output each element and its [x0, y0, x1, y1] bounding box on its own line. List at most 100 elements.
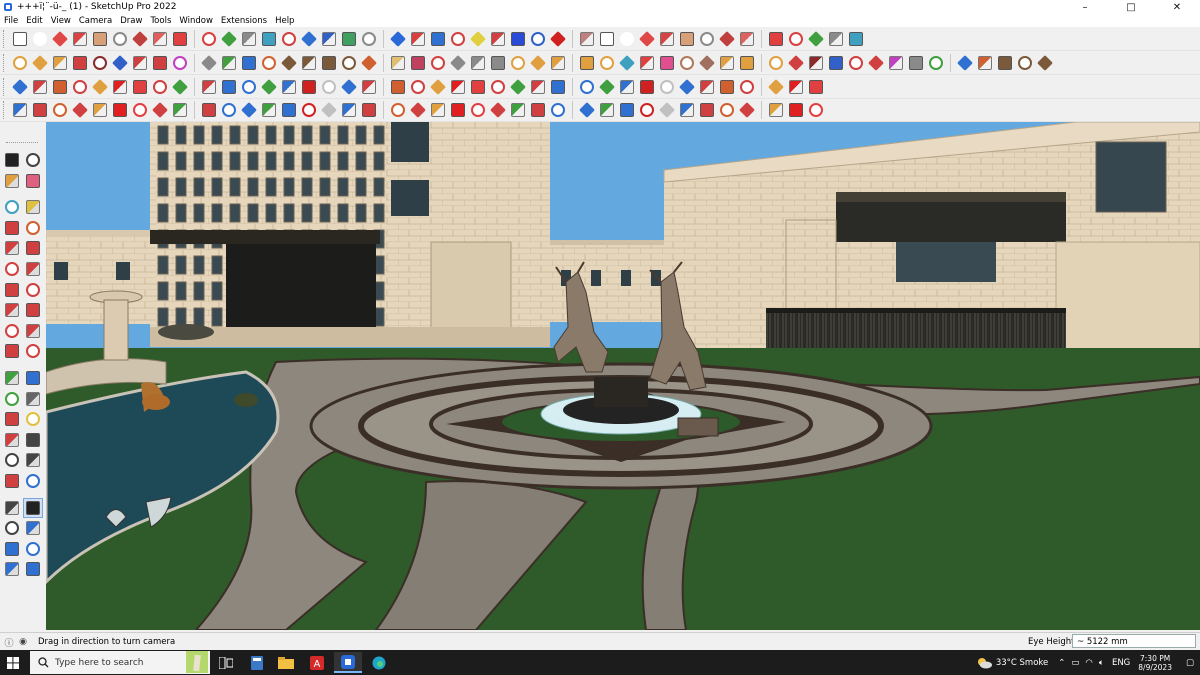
toolbar-2-tool-37-button[interactable] — [766, 53, 786, 73]
toolbar-4-tool-10-button[interactable] — [199, 100, 219, 120]
toolbar-1-tool-21-button[interactable] — [428, 29, 448, 49]
toolbar-4-tool-32-button[interactable] — [657, 100, 677, 120]
toolbar-1-tool-32-button[interactable] — [657, 29, 677, 49]
toolbar-3-tool-32-button[interactable] — [657, 77, 677, 97]
toolbar-2-tool-11-button[interactable] — [219, 53, 239, 73]
toolbar-3-tool-22-button[interactable] — [448, 77, 468, 97]
toolbar-2-tool-9-button[interactable] — [170, 53, 190, 73]
walk-tool-button[interactable] — [2, 518, 22, 538]
toolbar-3-tool-4-button[interactable] — [70, 77, 90, 97]
toolbar-2-tool-1-button[interactable] — [10, 53, 30, 73]
toolbar-1-tool-36-button[interactable] — [737, 29, 757, 49]
section-plane-tool-button[interactable] — [23, 518, 43, 538]
toolbar-3-tool-31-button[interactable] — [637, 77, 657, 97]
dimension-tool-button[interactable] — [23, 368, 43, 388]
taskbar-edge[interactable] — [365, 652, 393, 673]
toolbar-1-tool-33-button[interactable] — [677, 29, 697, 49]
eraser-tool-button[interactable] — [23, 171, 43, 191]
toolbar-4-tool-19-button[interactable] — [388, 100, 408, 120]
toolbar-1-tool-7-button[interactable] — [130, 29, 150, 49]
toolbar-3-tool-14-button[interactable] — [279, 77, 299, 97]
toolbar-3-tool-29-button[interactable] — [597, 77, 617, 97]
protractor-tool-button[interactable] — [2, 389, 22, 409]
toolbar-3-tool-9-button[interactable] — [170, 77, 190, 97]
toolbar-1-tool-4-button[interactable] — [70, 29, 90, 49]
toolbar-1-tool-41-button[interactable] — [846, 29, 866, 49]
tag-tool-button[interactable] — [2, 197, 22, 217]
toolbar-3-tool-23-button[interactable] — [468, 77, 488, 97]
toolbar-4-tool-3-button[interactable] — [50, 100, 70, 120]
toolbar-3-tool-10-button[interactable] — [199, 77, 219, 97]
toolbar-2-tool-35-button[interactable] — [717, 53, 737, 73]
toolbar-4-tool-8-button[interactable] — [150, 100, 170, 120]
toolbar-4-tool-35-button[interactable] — [717, 100, 737, 120]
minimize-button[interactable]: – — [1062, 0, 1108, 14]
toolbar-1-tool-28-button[interactable] — [577, 29, 597, 49]
menu-window[interactable]: Window — [175, 16, 217, 26]
toolbar-2-tool-27-button[interactable] — [548, 53, 568, 73]
toolbar-4-tool-13-button[interactable] — [259, 100, 279, 120]
user-icon[interactable]: ◉ — [16, 635, 30, 649]
menu-view[interactable]: View — [47, 16, 75, 26]
toolbar-4-tool-31-button[interactable] — [637, 100, 657, 120]
toolbar-2-tool-33-button[interactable] — [677, 53, 697, 73]
taskbar-file-explorer[interactable] — [272, 652, 300, 673]
styles-tool-button[interactable] — [23, 559, 43, 579]
toolbar-4-tool-15-button[interactable] — [299, 100, 319, 120]
toolbar-1-tool-35-button[interactable] — [717, 29, 737, 49]
toolbar-2-tool-43-button[interactable] — [886, 53, 906, 73]
menu-draw[interactable]: Draw — [116, 16, 146, 26]
toolbar-2-tool-28-button[interactable] — [577, 53, 597, 73]
arc-tool-button[interactable] — [2, 280, 22, 300]
toolbar-4-tool-17-button[interactable] — [339, 100, 359, 120]
toolbar-1-tool-9-button[interactable] — [170, 29, 190, 49]
toolbar-2-tool-38-button[interactable] — [786, 53, 806, 73]
model-viewport[interactable] — [46, 122, 1200, 630]
scale-tool-button[interactable] — [2, 341, 22, 361]
toolbar-1-tool-18-button[interactable] — [359, 29, 379, 49]
push-pull-tool-button[interactable] — [23, 300, 43, 320]
orbit-view-tool-button[interactable] — [2, 430, 22, 450]
toolbar-4-tool-23-button[interactable] — [468, 100, 488, 120]
toolbar-4-tool-18-button[interactable] — [359, 100, 379, 120]
position-camera-tool-button[interactable] — [2, 498, 22, 518]
menu-edit[interactable]: Edit — [22, 16, 46, 26]
text-tool-button[interactable] — [23, 389, 43, 409]
toolbar-2-tool-47-button[interactable] — [975, 53, 995, 73]
toolbar-2-tool-45-button[interactable] — [926, 53, 946, 73]
select-tool-button[interactable] — [2, 150, 22, 170]
close-button[interactable]: ✕ — [1154, 0, 1200, 14]
toolbar-3-tool-20-button[interactable] — [408, 77, 428, 97]
follow-me-tool-button[interactable] — [23, 321, 43, 341]
toolbar-2-tool-31-button[interactable] — [637, 53, 657, 73]
toolbar-1-tool-40-button[interactable] — [826, 29, 846, 49]
toolbar-4-tool-25-button[interactable] — [508, 100, 528, 120]
toolbar-4-tool-22-button[interactable] — [448, 100, 468, 120]
toolbar-3-tool-18-button[interactable] — [359, 77, 379, 97]
toolbar-2-tool-42-button[interactable] — [866, 53, 886, 73]
toolbar-3-tool-28-button[interactable] — [577, 77, 597, 97]
toolbar-1-tool-19-button[interactable] — [388, 29, 408, 49]
toolbar-grip[interactable] — [3, 29, 7, 48]
toolbar-2-tool-15-button[interactable] — [299, 53, 319, 73]
toolbar-grip[interactable] — [3, 53, 7, 72]
toolbar-1-tool-1-button[interactable] — [10, 29, 30, 49]
menu-file[interactable]: File — [0, 16, 22, 26]
toolbar-2-tool-34-button[interactable] — [697, 53, 717, 73]
taskbar-sketchup[interactable] — [334, 652, 362, 673]
taskbar-acrobat[interactable]: A — [303, 652, 331, 673]
toolbar-1-tool-14-button[interactable] — [279, 29, 299, 49]
axes-tool-button[interactable] — [2, 409, 22, 429]
toolbar-3-tool-37-button[interactable] — [766, 77, 786, 97]
toolbar-3-tool-2-button[interactable] — [30, 77, 50, 97]
chevron-up-icon[interactable]: ⌃ — [1058, 658, 1065, 668]
toolbar-2-tool-32-button[interactable] — [657, 53, 677, 73]
toolbar-4-tool-6-button[interactable] — [110, 100, 130, 120]
toolbar-1-tool-5-button[interactable] — [90, 29, 110, 49]
speaker-icon[interactable]: 🔈︎ — [1099, 658, 1104, 668]
toolbar-1-tool-31-button[interactable] — [637, 29, 657, 49]
layers-tool-button[interactable] — [2, 559, 22, 579]
lasso-tool-button[interactable] — [23, 197, 43, 217]
rotate-tool-button[interactable] — [2, 321, 22, 341]
toolbar-4-tool-36-button[interactable] — [737, 100, 757, 120]
